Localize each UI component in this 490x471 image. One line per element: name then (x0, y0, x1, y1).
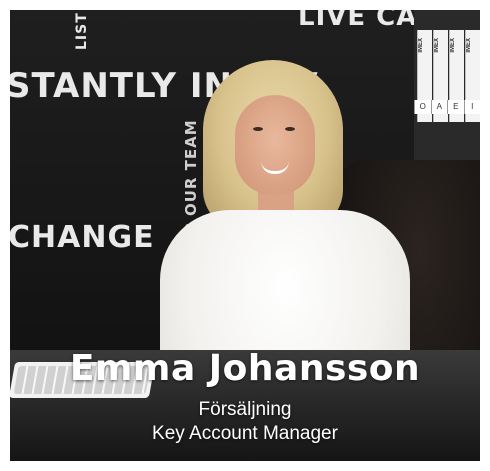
wall-text-vertical: LIST (74, 12, 90, 50)
binder-cap: O (414, 100, 431, 114)
person-department: Försäljning (198, 399, 292, 420)
wall-text: CHANGE (10, 220, 155, 255)
person-face (235, 95, 315, 195)
eye (285, 127, 295, 131)
eye (253, 127, 263, 131)
binder-cap: A (430, 100, 448, 114)
binder-cap: I (463, 100, 481, 114)
binder-spine-caps: O A E I (414, 100, 480, 114)
smile (261, 161, 289, 174)
binder-shelf: IMEX IMEX IMEX IMEX O A E I (414, 10, 480, 160)
binder-cap: E (447, 100, 464, 114)
person-title: Key Account Manager (152, 423, 338, 444)
person-name: Emma Johansson (69, 348, 421, 389)
profile-card: LIVE CARE STANTLY INNOV CHANGE LIST OP O… (10, 10, 480, 461)
